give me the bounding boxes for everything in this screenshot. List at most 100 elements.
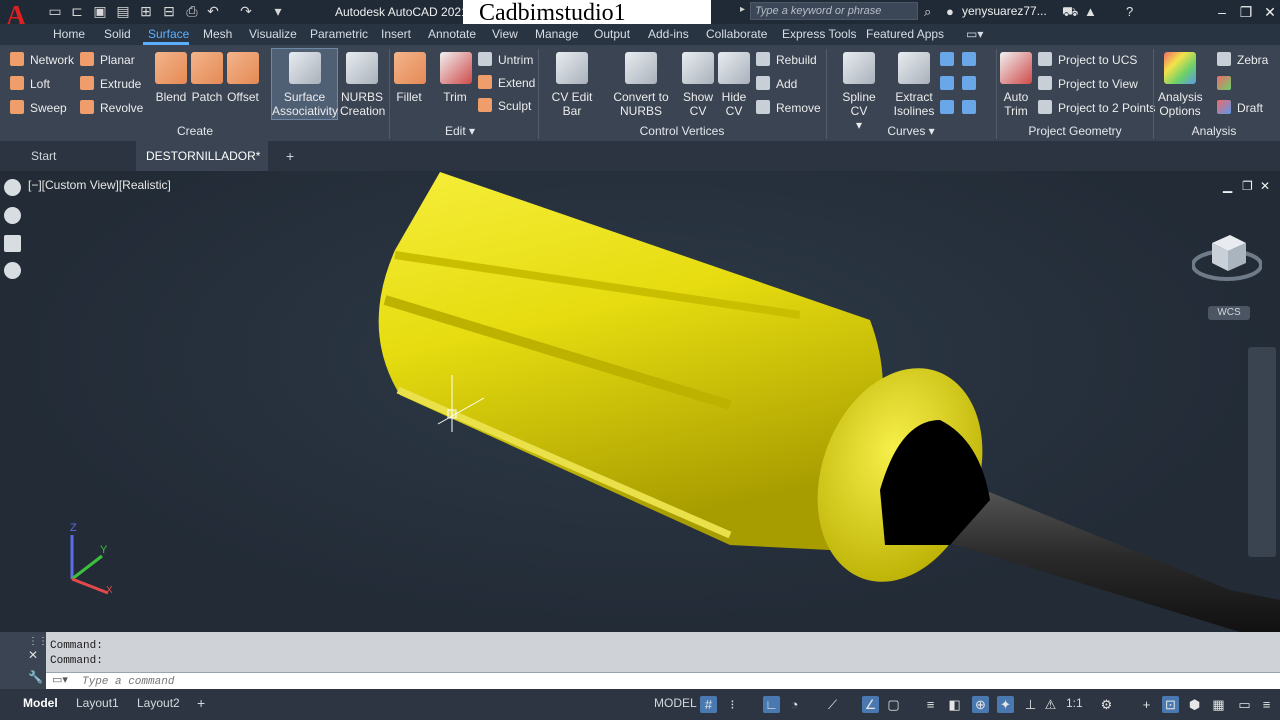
viewport-close-icon[interactable]: ✕ [1260, 179, 1270, 193]
remove-cv-button[interactable]: Remove [756, 98, 821, 118]
tab-home[interactable]: Home [53, 27, 85, 41]
open-file-icon[interactable]: ⊏ [69, 3, 85, 19]
edit-panel-title[interactable]: Edit ▾ [440, 124, 480, 138]
draft-button[interactable]: Draft [1217, 98, 1263, 118]
new-tab-icon[interactable]: + [276, 141, 304, 171]
navigation-bar[interactable] [1248, 347, 1276, 557]
annotation-scale[interactable]: 1:1 [1066, 693, 1083, 713]
viewport-controls-label[interactable]: [−][Custom View][Realistic] [28, 178, 171, 192]
ribbon-minimize-icon[interactable]: ▭▾ [966, 27, 983, 41]
orbit-icon[interactable] [4, 207, 21, 224]
patch-button[interactable]: Patch [190, 48, 224, 104]
trim-button[interactable]: Trim [440, 48, 472, 104]
new-file-icon[interactable]: ▭ [47, 3, 63, 19]
save-as-icon[interactable]: ▤ [115, 3, 131, 19]
tab-insert[interactable]: Insert [381, 27, 411, 41]
rebuild-button[interactable]: Rebuild [756, 50, 817, 70]
transparency-icon[interactable]: ◧ [946, 696, 963, 713]
create-panel-title[interactable]: Create [150, 124, 240, 138]
grip-icon[interactable]: ⋮⋮ [28, 636, 48, 647]
layout1-tab[interactable]: Layout1 [76, 693, 119, 713]
isolate-objects-icon[interactable]: ⊡ [1162, 696, 1179, 713]
blend-button[interactable]: Blend [154, 48, 188, 104]
model-space-toggle[interactable]: MODEL [654, 693, 697, 713]
minimize-icon[interactable]: – [1212, 2, 1232, 22]
viewport-restore-icon[interactable]: ❐ [1242, 179, 1253, 193]
project-geometry-panel-title[interactable]: Project Geometry [1020, 124, 1130, 138]
workspace-gear-icon[interactable]: ⚙ [1098, 696, 1115, 713]
command-input[interactable] [82, 674, 1272, 689]
user-icon[interactable]: ● [946, 3, 954, 20]
project-to-2-points-button[interactable]: Project to 2 Points [1038, 98, 1155, 118]
lineweight-icon[interactable]: ≡ [922, 696, 939, 713]
analysis-panel-title[interactable]: Analysis [1176, 124, 1252, 138]
materials-icon[interactable] [4, 262, 21, 279]
cv-edit-bar-button[interactable]: CV Edit Bar [543, 48, 601, 118]
surface-associativity-button[interactable]: Surface Associativity [271, 48, 338, 120]
isodraft-icon[interactable]: ⟋ [824, 696, 841, 713]
start-tab[interactable]: Start [21, 141, 66, 171]
loft-button[interactable]: Loft [10, 74, 50, 94]
cart-icon[interactable]: ⛟ [1062, 3, 1078, 20]
open-web-icon[interactable]: ⊞ [138, 3, 154, 19]
model-layout-tab[interactable]: Model [23, 693, 58, 713]
revolve-button[interactable]: Revolve [80, 98, 143, 118]
grid-icon[interactable]: # [700, 696, 717, 713]
project-to-ucs-button[interactable]: Project to UCS [1038, 50, 1137, 70]
sweep-button[interactable]: Sweep [10, 98, 67, 118]
tab-solid[interactable]: Solid [104, 27, 131, 41]
annotation-visibility-icon[interactable]: ⚠ [1042, 696, 1059, 713]
extract-isolines-button[interactable]: Extract Isolines [892, 48, 936, 118]
customize-icon[interactable]: 🔧 [28, 670, 43, 684]
restore-icon[interactable]: ❐ [1236, 2, 1256, 22]
tab-parametric[interactable]: Parametric [310, 27, 368, 41]
close-command-line-icon[interactable]: ✕ [28, 648, 38, 662]
spline-cv-button[interactable]: Spline CV ▾ [834, 48, 884, 132]
convert-to-nurbs-button[interactable]: Convert to NURBS [612, 48, 670, 118]
add-cv-button[interactable]: Add [756, 74, 797, 94]
search-icon[interactable]: ⌕ [924, 3, 931, 20]
properties-icon[interactable] [4, 235, 21, 252]
tab-annotate[interactable]: Annotate [428, 27, 476, 41]
object-snap-tracking-icon[interactable]: ∠ [862, 696, 879, 713]
selection-cycling-icon[interactable]: ⊕ [972, 696, 989, 713]
zebra-button[interactable]: Zebra [1217, 50, 1268, 70]
search-expand-icon[interactable]: ▸ [740, 4, 745, 15]
project-to-view-button[interactable]: Project to View [1038, 74, 1138, 94]
wcs-menu[interactable]: WCS [1208, 306, 1250, 320]
extrude-button[interactable]: Extrude [80, 74, 141, 94]
layout2-tab[interactable]: Layout2 [137, 693, 180, 713]
qat-dropdown-icon[interactable]: ▾ [270, 3, 286, 19]
autodesk-app-icon[interactable]: ▲ [1084, 3, 1097, 20]
snap-icon[interactable]: ⁝ [724, 696, 741, 713]
sculpt-button[interactable]: Sculpt [478, 96, 531, 116]
recent-commands-icon[interactable]: ▭▾ [52, 673, 68, 686]
plus-icon[interactable]: + [1138, 696, 1155, 713]
planar-button[interactable]: Planar [80, 50, 135, 70]
search-input[interactable]: Type a keyword or phrase [750, 2, 918, 20]
polar-icon[interactable]: ◔ [786, 696, 803, 713]
tab-add-ins[interactable]: Add-ins [648, 27, 689, 41]
dynamic-ucs-icon[interactable]: ⊥ [1022, 696, 1039, 713]
untrim-button[interactable]: Untrim [478, 50, 533, 70]
hide-cv-button[interactable]: Hide CV [716, 48, 752, 118]
tab-manage[interactable]: Manage [535, 27, 578, 41]
tab-output[interactable]: Output [594, 27, 630, 41]
polyline-tool[interactable] [940, 50, 982, 70]
network-button[interactable]: Network [10, 50, 74, 70]
clean-screen-icon[interactable]: ▦ [1210, 696, 1227, 713]
curvature-button[interactable] [1217, 74, 1237, 94]
arc-tool[interactable] [940, 74, 982, 94]
new-layout-icon[interactable]: + [197, 693, 205, 713]
object-snap-icon[interactable]: ▢ [885, 696, 902, 713]
tab-express-tools[interactable]: Express Tools [782, 27, 856, 41]
steering-wheel-icon[interactable] [4, 179, 21, 196]
close-icon[interactable]: ✕ [1260, 2, 1280, 22]
tab-visualize[interactable]: Visualize [249, 27, 297, 41]
analysis-options-button[interactable]: Analysis Options [1158, 48, 1203, 118]
user-name[interactable]: yenysuarez77... [962, 4, 1047, 18]
customization-menu-icon[interactable]: ≡ [1258, 696, 1275, 713]
tab-view[interactable]: View [492, 27, 518, 41]
command-line-handle[interactable]: ⋮⋮ ✕ 🔧 [0, 632, 48, 689]
drawing-tab[interactable]: DESTORNILLADOR* ✕ [136, 141, 268, 193]
